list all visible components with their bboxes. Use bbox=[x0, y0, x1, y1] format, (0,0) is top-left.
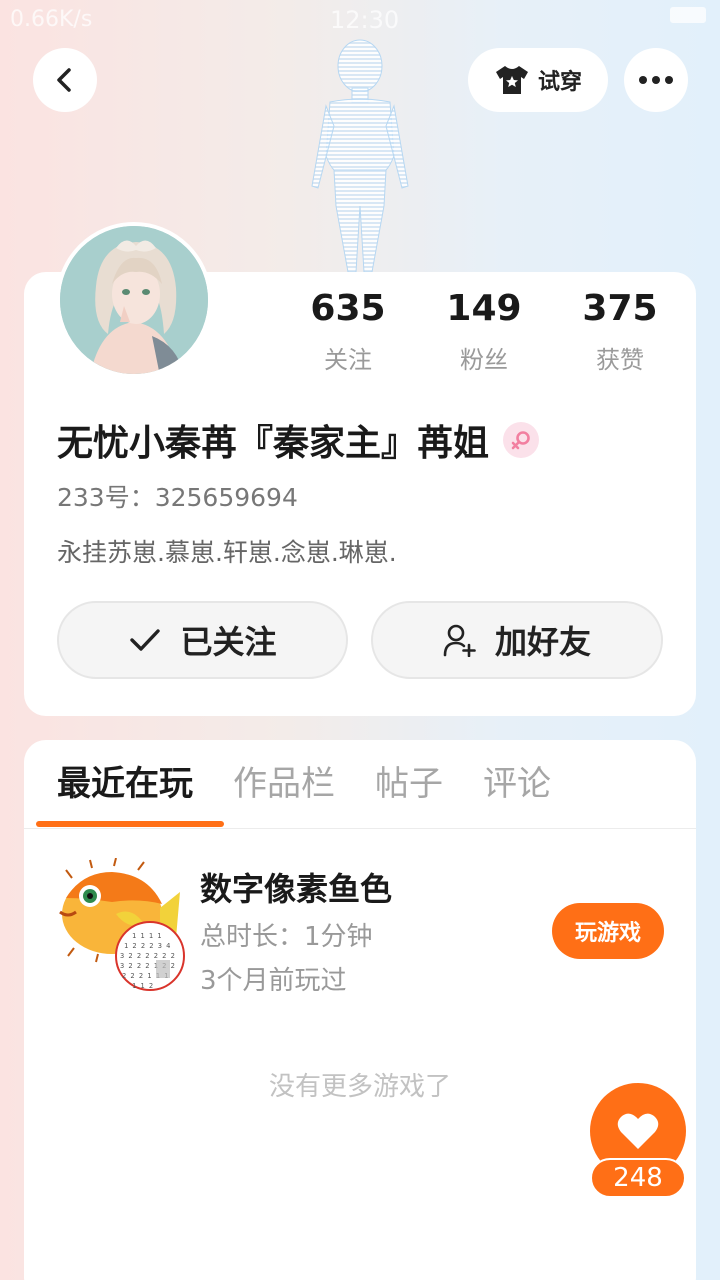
like-count: 248 bbox=[590, 1158, 686, 1198]
more-dot bbox=[665, 76, 673, 84]
followed-label: 已关注 bbox=[180, 623, 277, 661]
network-speed: 0.66K/s bbox=[10, 7, 93, 32]
profile-tabs: 最近在玩 作品栏 帖子 评论 bbox=[57, 760, 551, 808]
tab-recently-played[interactable]: 最近在玩 bbox=[57, 760, 193, 808]
stat-fans-value: 149 bbox=[446, 288, 522, 329]
stat-fans[interactable]: 149 粉丝 bbox=[416, 288, 552, 375]
username-row: 无忧小秦苒『秦家主』苒姐 bbox=[57, 414, 540, 466]
stat-following-label: 关注 bbox=[324, 346, 372, 374]
game-duration: 总时长：1分钟 bbox=[200, 922, 373, 952]
svg-text:1 2 2 2 3 4: 1 2 2 2 3 4 bbox=[124, 942, 170, 950]
more-dot bbox=[639, 76, 647, 84]
followed-button[interactable]: 已关注 bbox=[57, 601, 348, 679]
check-icon bbox=[130, 629, 161, 651]
add-user-icon bbox=[443, 624, 476, 657]
stat-likes-value: 375 bbox=[582, 288, 658, 329]
status-bar: 0.66K/s 12:30 bbox=[0, 0, 720, 38]
tab-works[interactable]: 作品栏 bbox=[233, 760, 335, 808]
try-on-button[interactable]: 试穿 bbox=[468, 48, 608, 112]
female-gender-icon bbox=[503, 422, 540, 458]
stat-following-value: 635 bbox=[310, 288, 386, 329]
stat-following[interactable]: 635 关注 bbox=[280, 288, 416, 375]
heart-icon bbox=[617, 1113, 659, 1149]
add-friend-button[interactable]: 加好友 bbox=[371, 601, 663, 679]
profile-stats: 635 关注 149 粉丝 375 获赞 bbox=[280, 288, 690, 375]
status-icons bbox=[670, 7, 706, 23]
game-title[interactable]: 数字像素鱼色 bbox=[200, 864, 392, 910]
svg-text:3 2 2 2 2 2 2: 3 2 2 2 2 2 2 bbox=[120, 952, 175, 960]
back-button[interactable] bbox=[33, 48, 97, 112]
tab-divider bbox=[24, 828, 696, 829]
tab-comments[interactable]: 评论 bbox=[483, 760, 551, 808]
svg-text:1 1 1 1: 1 1 1 1 bbox=[132, 932, 162, 940]
chevron-left-icon bbox=[57, 68, 71, 92]
add-friend-label: 加好友 bbox=[494, 623, 591, 661]
svg-text:1 1 2: 1 1 2 bbox=[132, 982, 153, 990]
avatar[interactable] bbox=[56, 222, 212, 378]
username: 无忧小秦苒『秦家主』苒姐 bbox=[57, 423, 490, 464]
stat-likes-label: 获赞 bbox=[596, 346, 644, 374]
game-last-played: 3个月前玩过 bbox=[200, 966, 347, 996]
play-game-button[interactable]: 玩游戏 bbox=[552, 903, 664, 959]
game-icon[interactable]: 1 1 1 1 1 2 2 2 3 4 3 2 2 2 2 2 2 3 2 2 … bbox=[52, 858, 188, 994]
user-bio: 永挂苏崽.慕崽.轩崽.念崽.琳崽. bbox=[57, 538, 397, 567]
more-dot bbox=[652, 76, 660, 84]
battery-icon bbox=[670, 7, 706, 23]
status-time: 12:30 bbox=[330, 6, 400, 34]
avatar-illustration bbox=[60, 226, 208, 374]
tshirt-icon bbox=[495, 66, 528, 94]
user-id: 233号：325659694 bbox=[57, 483, 298, 512]
tab-posts[interactable]: 帖子 bbox=[375, 760, 443, 808]
more-button[interactable] bbox=[624, 48, 688, 112]
stat-fans-label: 粉丝 bbox=[460, 346, 508, 374]
stat-likes[interactable]: 375 获赞 bbox=[552, 288, 688, 375]
try-on-label: 试穿 bbox=[537, 70, 582, 95]
avatar-hologram bbox=[311, 39, 409, 273]
tab-indicator bbox=[36, 821, 224, 827]
